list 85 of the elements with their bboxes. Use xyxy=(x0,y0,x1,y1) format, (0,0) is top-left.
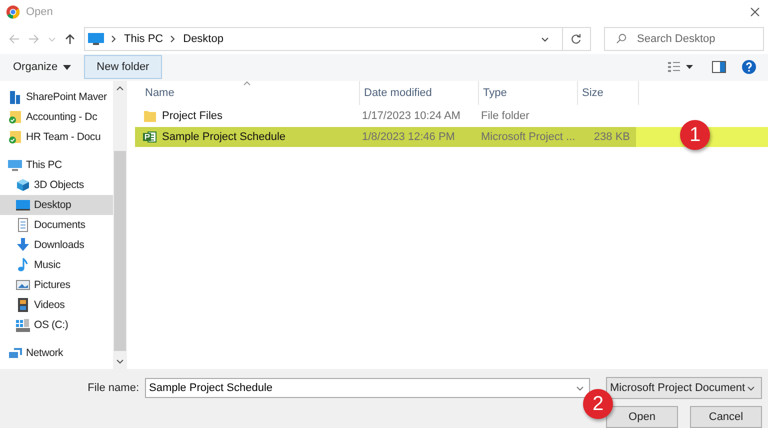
sidebar-item[interactable]: Accounting - Dc xyxy=(0,107,113,128)
file-name: Project Files xyxy=(162,110,223,122)
sidebar-label: OS (C:) xyxy=(34,319,68,332)
column-header[interactable]: Type xyxy=(479,81,578,106)
breadcrumb[interactable]: Desktop xyxy=(183,32,224,45)
sidebar-item[interactable]: Documents xyxy=(0,215,113,236)
chevron-right-icon xyxy=(111,34,117,43)
synced-folder-icon xyxy=(8,110,22,124)
refresh-icon[interactable] xyxy=(570,32,582,45)
window-title: Open xyxy=(26,6,53,18)
sidebar-label: Network xyxy=(26,347,64,360)
network-icon xyxy=(8,346,22,360)
browser-logo-icon xyxy=(6,4,20,19)
sidebar-item[interactable]: Downloads xyxy=(0,235,113,256)
file-name-label: File name: xyxy=(88,382,139,394)
sidebar-item[interactable]: HR Team - Docu xyxy=(0,127,113,148)
sort-up-icon xyxy=(243,81,251,86)
sidebar-item[interactable]: OS (C:) xyxy=(0,315,113,336)
file-type-dropdown[interactable]: Microsoft Project Document xyxy=(606,377,762,400)
chevron-down-icon[interactable] xyxy=(541,34,549,43)
picture-icon xyxy=(16,278,30,292)
callout-badge: 1 xyxy=(680,120,710,150)
help-icon[interactable] xyxy=(742,60,756,74)
sidebar-item[interactable]: SharePoint Maver xyxy=(0,87,113,108)
file-type: Microsoft Project ... xyxy=(480,131,576,144)
download-arrow-icon xyxy=(16,238,30,252)
sidebar-label: Accounting - Dc xyxy=(26,111,98,124)
chevron-down-icon[interactable] xyxy=(116,359,124,366)
computer-icon xyxy=(8,158,22,172)
sidebar-item[interactable]: Videos xyxy=(0,295,113,316)
breadcrumb[interactable]: This PC xyxy=(124,32,164,45)
project-file-icon xyxy=(143,130,157,144)
sidebar-item[interactable]: Music xyxy=(0,255,113,276)
sidebar-label: Music xyxy=(34,259,60,272)
folder-icon xyxy=(143,109,157,124)
sidebar-label: Desktop xyxy=(34,199,72,212)
sidebar-item[interactable]: Network xyxy=(0,343,113,364)
caret-icon xyxy=(62,64,71,70)
address-bar[interactable]: This PC Desktop xyxy=(84,26,591,51)
scrollbar-thumb[interactable] xyxy=(114,151,126,352)
date-modified: 1/8/2023 12:46 PM xyxy=(361,131,456,144)
music-note-icon xyxy=(16,258,30,272)
cube-icon xyxy=(16,178,30,192)
open-button[interactable]: Open xyxy=(606,406,678,428)
preview-pane-icon[interactable] xyxy=(712,60,726,74)
sidebar-label: SharePoint Maver xyxy=(26,91,107,104)
cancel-button[interactable]: Cancel xyxy=(690,406,762,428)
file-type: File folder xyxy=(480,110,530,122)
up-arrow-icon[interactable] xyxy=(64,32,76,45)
monitor-icon xyxy=(88,32,104,45)
sidebar-label: Pictures xyxy=(34,279,70,292)
file-size: 238 KB xyxy=(592,131,631,144)
organize-button[interactable]: Organize xyxy=(6,55,78,80)
building-icon xyxy=(8,90,22,104)
sidebar-label: Documents xyxy=(34,219,86,232)
synced-folder-icon xyxy=(8,130,22,144)
sidebar-item[interactable]: This PC xyxy=(0,155,113,176)
monitor-icon xyxy=(16,198,30,212)
drive-icon xyxy=(16,318,30,332)
document-icon xyxy=(16,218,30,232)
sidebar-label: 3D Objects xyxy=(34,179,84,192)
sidebar-label: Downloads xyxy=(34,239,84,252)
column-header[interactable]: Name xyxy=(145,81,360,106)
column-header[interactable]: Size xyxy=(578,81,639,106)
view-options-icon[interactable] xyxy=(668,61,694,74)
sidebar-item[interactable]: 3D Objects xyxy=(0,175,113,196)
file-name: Sample Project Schedule xyxy=(162,131,286,144)
close-icon[interactable] xyxy=(750,6,760,17)
date-modified: 1/17/2023 10:24 AM xyxy=(361,110,462,122)
film-icon xyxy=(16,298,30,312)
chevron-down-icon[interactable] xyxy=(576,384,584,392)
scrollbar[interactable] xyxy=(113,81,127,370)
chevron-up-icon[interactable] xyxy=(116,85,124,92)
chevron-down-icon xyxy=(747,384,755,392)
search-field[interactable]: Search Desktop xyxy=(604,26,764,51)
sidebar-label: This PC xyxy=(26,159,62,172)
search-icon xyxy=(616,32,627,44)
column-header[interactable]: Date modified xyxy=(360,81,479,106)
sidebar-item[interactable]: Desktop xyxy=(0,195,113,216)
sidebar-label: Videos xyxy=(34,299,65,312)
file-name-field[interactable]: Sample Project Schedule xyxy=(145,378,590,398)
sidebar-label: HR Team - Docu xyxy=(26,131,101,144)
chevron-right-icon xyxy=(170,34,176,43)
sidebar-item[interactable]: Pictures xyxy=(0,275,113,296)
new-folder-button[interactable]: New folder xyxy=(84,55,162,80)
